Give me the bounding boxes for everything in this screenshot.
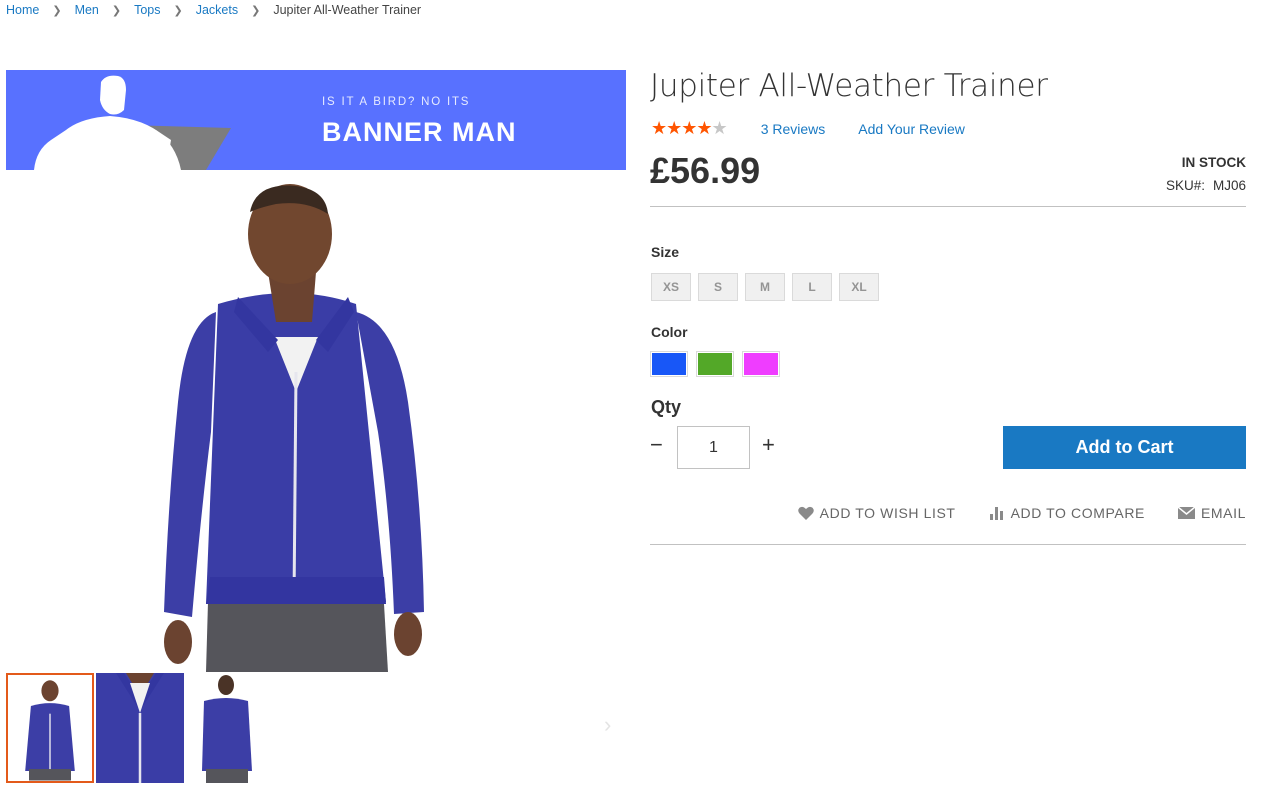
sku-info: SKU#: MJ06 — [1166, 178, 1246, 193]
product-social-actions: ADD TO WISH LIST ADD TO COMPARE EMAIL — [765, 505, 1246, 521]
add-to-wishlist-link[interactable]: ADD TO WISH LIST — [797, 505, 956, 521]
gallery-next-arrow-icon[interactable]: › — [604, 712, 611, 738]
rating-summary: ★★★★★ 3 Reviews Add Your Review — [651, 118, 965, 139]
product-price: £56.99 — [650, 150, 761, 191]
stock-status: IN STOCK — [1181, 155, 1246, 170]
email-link[interactable]: EMAIL — [1177, 505, 1246, 521]
size-label: Size — [651, 244, 680, 260]
qty-label: Qty — [651, 397, 682, 417]
thumbnail-strip — [6, 673, 276, 783]
envelope-icon — [1177, 507, 1195, 519]
color-swatch-pink[interactable] — [742, 351, 780, 377]
compare-label: ADD TO COMPARE — [1010, 505, 1145, 521]
color-label: Color — [651, 324, 688, 340]
add-review-link[interactable]: Add Your Review — [858, 121, 965, 137]
chevron-right-icon: ❯ — [251, 4, 261, 17]
superhero-silhouette-icon — [34, 75, 231, 170]
add-to-compare-link[interactable]: ADD TO COMPARE — [989, 505, 1145, 521]
color-options — [650, 351, 789, 377]
qty-increase-button[interactable]: + — [762, 432, 775, 458]
breadcrumb-home[interactable]: Home — [6, 3, 39, 17]
size-option-m[interactable]: M — [745, 273, 785, 301]
banner-tagline: IS IT A BIRD? NO ITS — [322, 96, 471, 108]
size-option-xs[interactable]: XS — [651, 273, 691, 301]
color-swatch-blue[interactable] — [650, 351, 688, 377]
sku-value: MJ06 — [1212, 178, 1246, 193]
heart-icon — [797, 506, 814, 520]
reviews-link[interactable]: 3 Reviews — [761, 121, 826, 137]
compare-chart-icon — [989, 507, 1003, 520]
wishlist-label: ADD TO WISH LIST — [819, 505, 956, 521]
qty-input[interactable] — [677, 426, 750, 469]
size-options: XS S M L XL — [651, 273, 886, 301]
qty-decrease-button[interactable]: − — [650, 432, 663, 458]
product-photo — [164, 184, 424, 672]
star-rating-icon: ★★★★★ — [651, 118, 728, 138]
breadcrumb-jackets[interactable]: Jackets — [196, 3, 238, 17]
promo-banner[interactable]: IS IT A BIRD? NO ITS BANNER MAN — [6, 70, 626, 170]
breadcrumb-tops[interactable]: Tops — [134, 3, 160, 17]
banner-headline: BANNER MAN — [322, 117, 517, 147]
thumbnail-3[interactable] — [186, 673, 274, 783]
product-title: Jupiter All-Weather Trainer — [650, 68, 1048, 104]
color-swatch-green[interactable] — [696, 351, 734, 377]
product-main-image[interactable] — [6, 172, 626, 672]
chevron-right-icon: ❯ — [52, 4, 62, 17]
divider — [650, 206, 1246, 207]
chevron-right-icon: ❯ — [173, 4, 183, 17]
size-option-xl[interactable]: XL — [839, 273, 879, 301]
thumbnail-2[interactable] — [96, 673, 184, 783]
breadcrumb-men[interactable]: Men — [75, 3, 99, 17]
thumbnail-1[interactable] — [6, 673, 94, 783]
divider — [650, 544, 1246, 545]
add-to-cart-button[interactable]: Add to Cart — [1003, 426, 1246, 469]
breadcrumb-current: Jupiter All-Weather Trainer — [273, 3, 422, 17]
size-option-l[interactable]: L — [792, 273, 832, 301]
email-label: EMAIL — [1200, 505, 1246, 521]
size-option-s[interactable]: S — [698, 273, 738, 301]
sku-label: SKU#: — [1165, 178, 1205, 193]
chevron-right-icon: ❯ — [111, 4, 122, 17]
breadcrumb: Home ❯ Men ❯ Tops ❯ Jackets ❯ Jupiter Al… — [6, 3, 421, 17]
